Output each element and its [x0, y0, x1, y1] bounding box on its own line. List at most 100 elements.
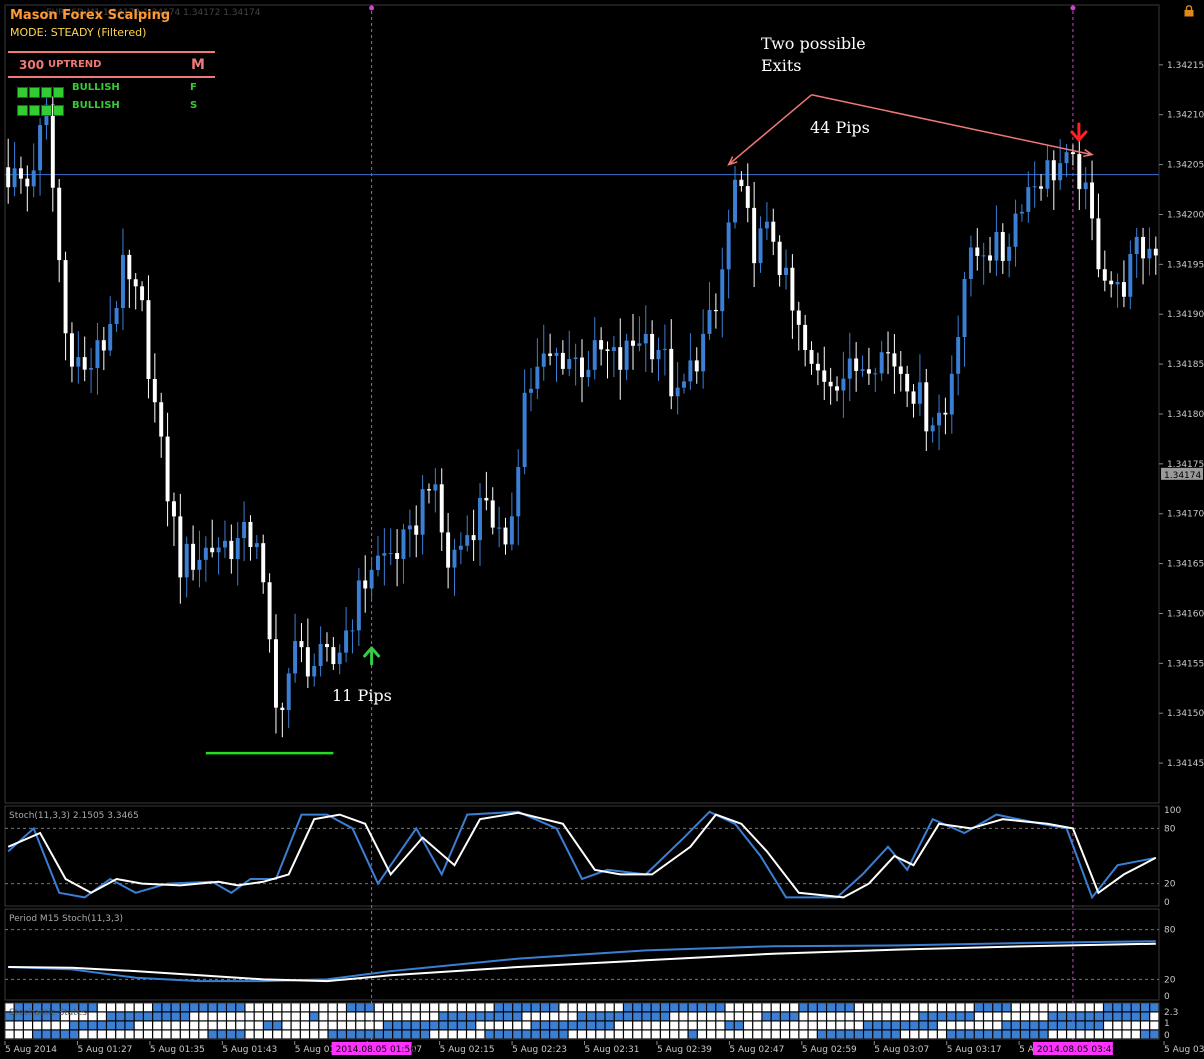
state-cell: [125, 1003, 134, 1012]
state-cell: [725, 1003, 734, 1012]
price-chart-svg[interactable]: EURUSD,M1 1.34172 1.34174 1.34172 1.3417…: [0, 0, 1204, 1059]
state-cell: [1131, 1030, 1140, 1039]
state-cell: [1122, 1030, 1131, 1039]
state-cell: [559, 1003, 568, 1012]
state-cell: [273, 1003, 282, 1012]
state-cell: [1131, 1012, 1140, 1021]
state-cell: [485, 1003, 494, 1012]
bear-candle: [331, 647, 336, 665]
bear-candle: [267, 582, 272, 640]
state-cell: [374, 1003, 383, 1012]
bear-candle: [490, 500, 495, 528]
state-cell: [245, 1012, 254, 1021]
state-cell: [162, 1030, 171, 1039]
strength-bar-f: [17, 83, 64, 102]
state-cell: [688, 1003, 697, 1012]
state-cell: [236, 1012, 245, 1021]
state-cell: [171, 1030, 180, 1039]
state-cell: [513, 1030, 522, 1039]
bull-candle: [433, 484, 438, 491]
state-cell: [227, 1012, 236, 1021]
state-cell: [688, 1021, 697, 1030]
state-cell: [614, 1012, 623, 1021]
state-cell: [273, 1021, 282, 1030]
state-cell: [642, 1012, 651, 1021]
bear-candle: [548, 353, 553, 356]
bull-candle: [1007, 246, 1012, 261]
trend-count: 300: [19, 58, 45, 72]
state-cell: [716, 1030, 725, 1039]
state-cell: [143, 1021, 153, 1030]
bear-candle: [1077, 154, 1082, 190]
state-cell: [402, 1003, 411, 1012]
trading-chart[interactable]: EURUSD,M1 1.34172 1.34174 1.34172 1.3417…: [0, 0, 1204, 1059]
state-cell: [522, 1030, 531, 1039]
state-cell: [596, 1021, 605, 1030]
state-cell: [808, 1003, 817, 1012]
state-cell: [928, 1030, 937, 1039]
bear-candle: [101, 340, 106, 351]
state-cell: [780, 1021, 790, 1030]
state-cell: [522, 1003, 531, 1012]
state-cell: [1039, 1003, 1048, 1012]
pips-11-annotation: 11 Pips: [332, 686, 392, 705]
state-cell: [485, 1030, 494, 1039]
state-cell: [780, 1003, 790, 1012]
price-tick-label: 1.34185: [1167, 360, 1204, 370]
state-cell: [901, 1030, 910, 1039]
state-cell: [33, 1021, 42, 1030]
state-cell: [356, 1030, 365, 1039]
state-cell: [356, 1021, 365, 1030]
state-cell: [845, 1021, 854, 1030]
time-tick-label: 5 Aug 03:17: [947, 1045, 1002, 1055]
state-cell: [910, 1003, 919, 1012]
state-cell: [817, 1021, 826, 1030]
state-cell: [134, 1021, 143, 1030]
state-cell: [817, 1003, 826, 1012]
state-cell: [420, 1030, 429, 1039]
trend-tag-m: M: [191, 57, 205, 73]
bear-candle: [63, 260, 68, 334]
lock-icon[interactable]: [1183, 5, 1195, 17]
bull-candle: [318, 643, 323, 667]
state-cell: [670, 1012, 679, 1021]
bull-candle: [720, 269, 725, 312]
bear-candle: [133, 279, 138, 287]
state-cell: [891, 1012, 900, 1021]
state-cell: [910, 1021, 919, 1030]
bear-candle: [1121, 282, 1126, 297]
bull-candle: [1128, 254, 1133, 297]
state-cell: [1039, 1012, 1048, 1021]
state-cell: [411, 1003, 420, 1012]
bear-candle: [191, 543, 196, 570]
bear-candle: [828, 381, 833, 387]
bear-candle: [1141, 236, 1146, 259]
bull-candle: [643, 333, 648, 344]
state-cell: [559, 1012, 568, 1021]
state-cell: [430, 1003, 439, 1012]
state-cell: [864, 1030, 873, 1039]
state-cell: [531, 1021, 540, 1030]
bear-candle: [152, 378, 157, 403]
panel-divider-top: [8, 51, 215, 53]
bull-candle: [956, 337, 961, 374]
state-cell: [605, 1012, 614, 1021]
state-cell: [1122, 1012, 1131, 1021]
state-cell: [854, 1012, 863, 1021]
state-cell: [33, 1030, 42, 1039]
time-tick-label: 5 Aug 02:59: [802, 1045, 857, 1055]
state-cell: [762, 1012, 771, 1021]
state-cell: [799, 1030, 808, 1039]
state-cell: [836, 1012, 845, 1021]
state-cell: [70, 1021, 79, 1030]
state-cell: [984, 1021, 993, 1030]
state-cell: [993, 1021, 1002, 1030]
state-cell: [504, 1003, 513, 1012]
state-cell: [162, 1021, 171, 1030]
state-cell: [587, 1012, 596, 1021]
state-cell: [919, 1030, 928, 1039]
state-cell: [660, 1003, 670, 1012]
state-cell: [928, 1003, 937, 1012]
state-cell: [273, 1030, 282, 1039]
state-cell: [836, 1030, 845, 1039]
